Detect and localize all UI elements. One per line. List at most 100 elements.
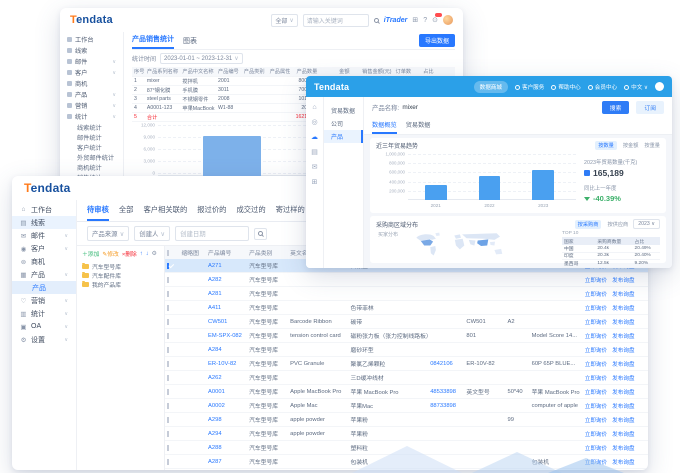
table-row[interactable]: A282汽车型号库立即询价发布询盘 xyxy=(165,273,648,287)
mail-icon[interactable]: ✉ xyxy=(312,163,318,171)
sidebar-item[interactable]: 产品 xyxy=(12,281,76,294)
sidebar-subitem[interactable]: 客户统计 xyxy=(60,142,123,152)
region-toggle[interactable]: 按供应商 xyxy=(607,221,628,228)
create-date-input[interactable]: 创建日期 xyxy=(175,226,249,241)
order-code-link[interactable]: 0842106 xyxy=(428,361,464,367)
sidebar-item[interactable]: 统计∨ xyxy=(60,111,123,122)
sidebar-subitem[interactable]: 外贸邮件统计 xyxy=(60,152,123,162)
row-checkbox[interactable] xyxy=(167,417,169,423)
row-checkbox[interactable] xyxy=(167,305,169,311)
region-toggle[interactable]: 按采购商 xyxy=(575,220,602,229)
sidebar-subitem[interactable]: 邮件统计 xyxy=(60,132,123,142)
row-checkbox[interactable] xyxy=(167,263,169,269)
date-range-select[interactable]: 2023-01-01 ~ 2023-12-31∨ xyxy=(160,53,243,64)
table-row[interactable]: A411汽车型号库色带菲林立即询价发布询盘 xyxy=(165,301,648,315)
tree-tool-button[interactable]: ⚙ xyxy=(152,251,157,257)
action-link[interactable]: 立即询价 xyxy=(585,318,607,326)
header-menu-item[interactable]: 会员中心 xyxy=(588,83,617,91)
search-button[interactable]: 搜索 xyxy=(602,101,630,114)
tree-tool-button[interactable]: ＋添加 xyxy=(82,249,99,258)
apps-icon[interactable]: ⊞ xyxy=(412,16,418,24)
tab[interactable]: 成交过的 xyxy=(236,205,265,221)
sidebar-item[interactable]: ▥统计∨ xyxy=(12,307,76,320)
table-row[interactable]: A262汽车型号库三D缓冲线材立即询价发布询盘 xyxy=(165,371,648,385)
action-link[interactable]: 发布询盘 xyxy=(612,416,634,424)
action-link[interactable]: 立即询价 xyxy=(585,430,607,438)
action-link[interactable]: 发布询盘 xyxy=(612,346,634,354)
row-checkbox[interactable] xyxy=(167,347,169,353)
action-link[interactable]: 立即询价 xyxy=(585,388,607,396)
action-link[interactable]: 立即询价 xyxy=(585,458,607,466)
sidebar-item[interactable]: 线索 xyxy=(60,45,123,56)
product-code-link[interactable]: A262 xyxy=(206,375,247,381)
sidebar-item[interactable]: ◉客户∨ xyxy=(12,242,76,255)
tab[interactable]: 客户相关联的 xyxy=(143,205,187,221)
row-checkbox[interactable] xyxy=(167,319,169,325)
chart-toggle[interactable]: 按重量 xyxy=(644,142,660,149)
action-link[interactable]: 发布询盘 xyxy=(612,360,634,368)
global-search-input[interactable]: 请输入关键词 xyxy=(303,14,369,27)
action-link[interactable]: 立即询价 xyxy=(585,360,607,368)
sidebar-subitem[interactable]: 商机统计 xyxy=(60,162,123,172)
table-row[interactable]: A298汽车型号库apple powder苹果粉99立即询价发布询盘 xyxy=(165,413,648,427)
nav-item[interactable]: 公司 xyxy=(324,117,363,130)
row-checkbox[interactable] xyxy=(167,403,169,409)
sidebar-item[interactable]: ✉邮件∨ xyxy=(12,229,76,242)
product-code-link[interactable]: A281 xyxy=(206,291,247,297)
order-code-link[interactable]: 48533898 xyxy=(428,389,464,395)
grid-icon[interactable]: ⊞ xyxy=(312,178,318,186)
table-row[interactable]: A294汽车型号库apple powder苹果粉立即询价发布询盘 xyxy=(165,427,648,441)
action-link[interactable]: 立即询价 xyxy=(585,346,607,354)
product-code-link[interactable]: A294 xyxy=(206,431,247,437)
table-row[interactable]: EM-SPX-082汽车型号库tension control card磁粉张力板… xyxy=(165,329,648,343)
action-link[interactable]: 立即询价 xyxy=(585,402,607,410)
tab[interactable]: 待审核 xyxy=(87,205,109,221)
product-code-link[interactable]: CW501 xyxy=(206,319,247,325)
sidebar-item[interactable]: ⊚商机 xyxy=(12,255,76,268)
table-row[interactable]: A287汽车型号库包装机包装机立即询价发布询盘 xyxy=(165,455,648,469)
row-checkbox[interactable] xyxy=(167,431,169,437)
product-code-link[interactable]: A411 xyxy=(206,305,247,311)
sidebar-item[interactable]: ♡营销∨ xyxy=(12,294,76,307)
tab[interactable]: 数据概览 xyxy=(372,118,397,134)
marketplace-pill-button[interactable]: 数据商城 xyxy=(474,81,508,93)
table-row[interactable]: A288汽车型号库塑料粒立即询价发布询盘 xyxy=(165,441,648,455)
table-row[interactable]: A0001汽车型号库Apple MacBook Pro苹果 MacBook Pr… xyxy=(165,385,648,399)
tree-folder[interactable]: 汽车型号库 xyxy=(82,262,159,271)
subscribe-button[interactable]: 订阅 xyxy=(636,101,664,114)
sidebar-item[interactable]: 商机 xyxy=(60,78,123,89)
table-row[interactable]: A281汽车型号库立即询价发布询盘 xyxy=(165,287,648,301)
year-select[interactable]: 2023 ∨ xyxy=(633,219,660,229)
header-menu-item[interactable]: 客户服务 xyxy=(515,83,544,91)
search-button[interactable] xyxy=(254,228,267,240)
sidebar-item[interactable]: 客户∨ xyxy=(60,67,123,78)
table-row[interactable]: CW501汽车型号库Barcode Ribbon碳带CW501A2立即询价发布询… xyxy=(165,315,648,329)
action-link[interactable]: 发布询盘 xyxy=(612,444,634,452)
tab[interactable]: 贸易数据 xyxy=(406,118,431,134)
action-link[interactable]: 发布询盘 xyxy=(612,276,634,284)
table-row[interactable]: ER-10V-82汽车型号库PVC Granule聚氯乙烯颗粒0842106ER… xyxy=(165,357,648,371)
chart-icon[interactable]: ▤ xyxy=(311,148,318,156)
sidebar-item[interactable]: ▣OA∨ xyxy=(12,320,76,333)
action-link[interactable]: 立即询价 xyxy=(585,416,607,424)
action-link[interactable]: 立即询价 xyxy=(585,444,607,452)
nav-item[interactable]: 贸易数据 xyxy=(324,104,363,117)
tree-tool-button[interactable]: ↑ xyxy=(140,251,143,257)
bell-icon[interactable]: ⊙ xyxy=(432,16,438,24)
select-all-checkbox[interactable] xyxy=(167,250,169,256)
action-link[interactable]: 立即询价 xyxy=(585,304,607,312)
home-icon[interactable]: ⌂ xyxy=(312,104,316,111)
product-code-link[interactable]: A282 xyxy=(206,277,247,283)
product-code-link[interactable]: A0001 xyxy=(206,389,247,395)
tab[interactable]: 寄过样的 xyxy=(276,205,305,221)
avatar[interactable] xyxy=(655,82,664,91)
tab[interactable]: 图表 xyxy=(183,36,197,49)
product-code-link[interactable]: EM-SPX-082 xyxy=(206,333,247,339)
search-icon[interactable] xyxy=(374,18,379,23)
creator-select[interactable]: 创建人∨ xyxy=(134,226,170,241)
action-link[interactable]: 发布询盘 xyxy=(612,290,634,298)
cloud-data-icon[interactable]: ☁ xyxy=(311,133,318,141)
target-icon[interactable]: ◎ xyxy=(311,118,317,126)
tree-folder[interactable]: 我的产品库 xyxy=(82,280,159,289)
product-code-link[interactable]: A0002 xyxy=(206,403,247,409)
